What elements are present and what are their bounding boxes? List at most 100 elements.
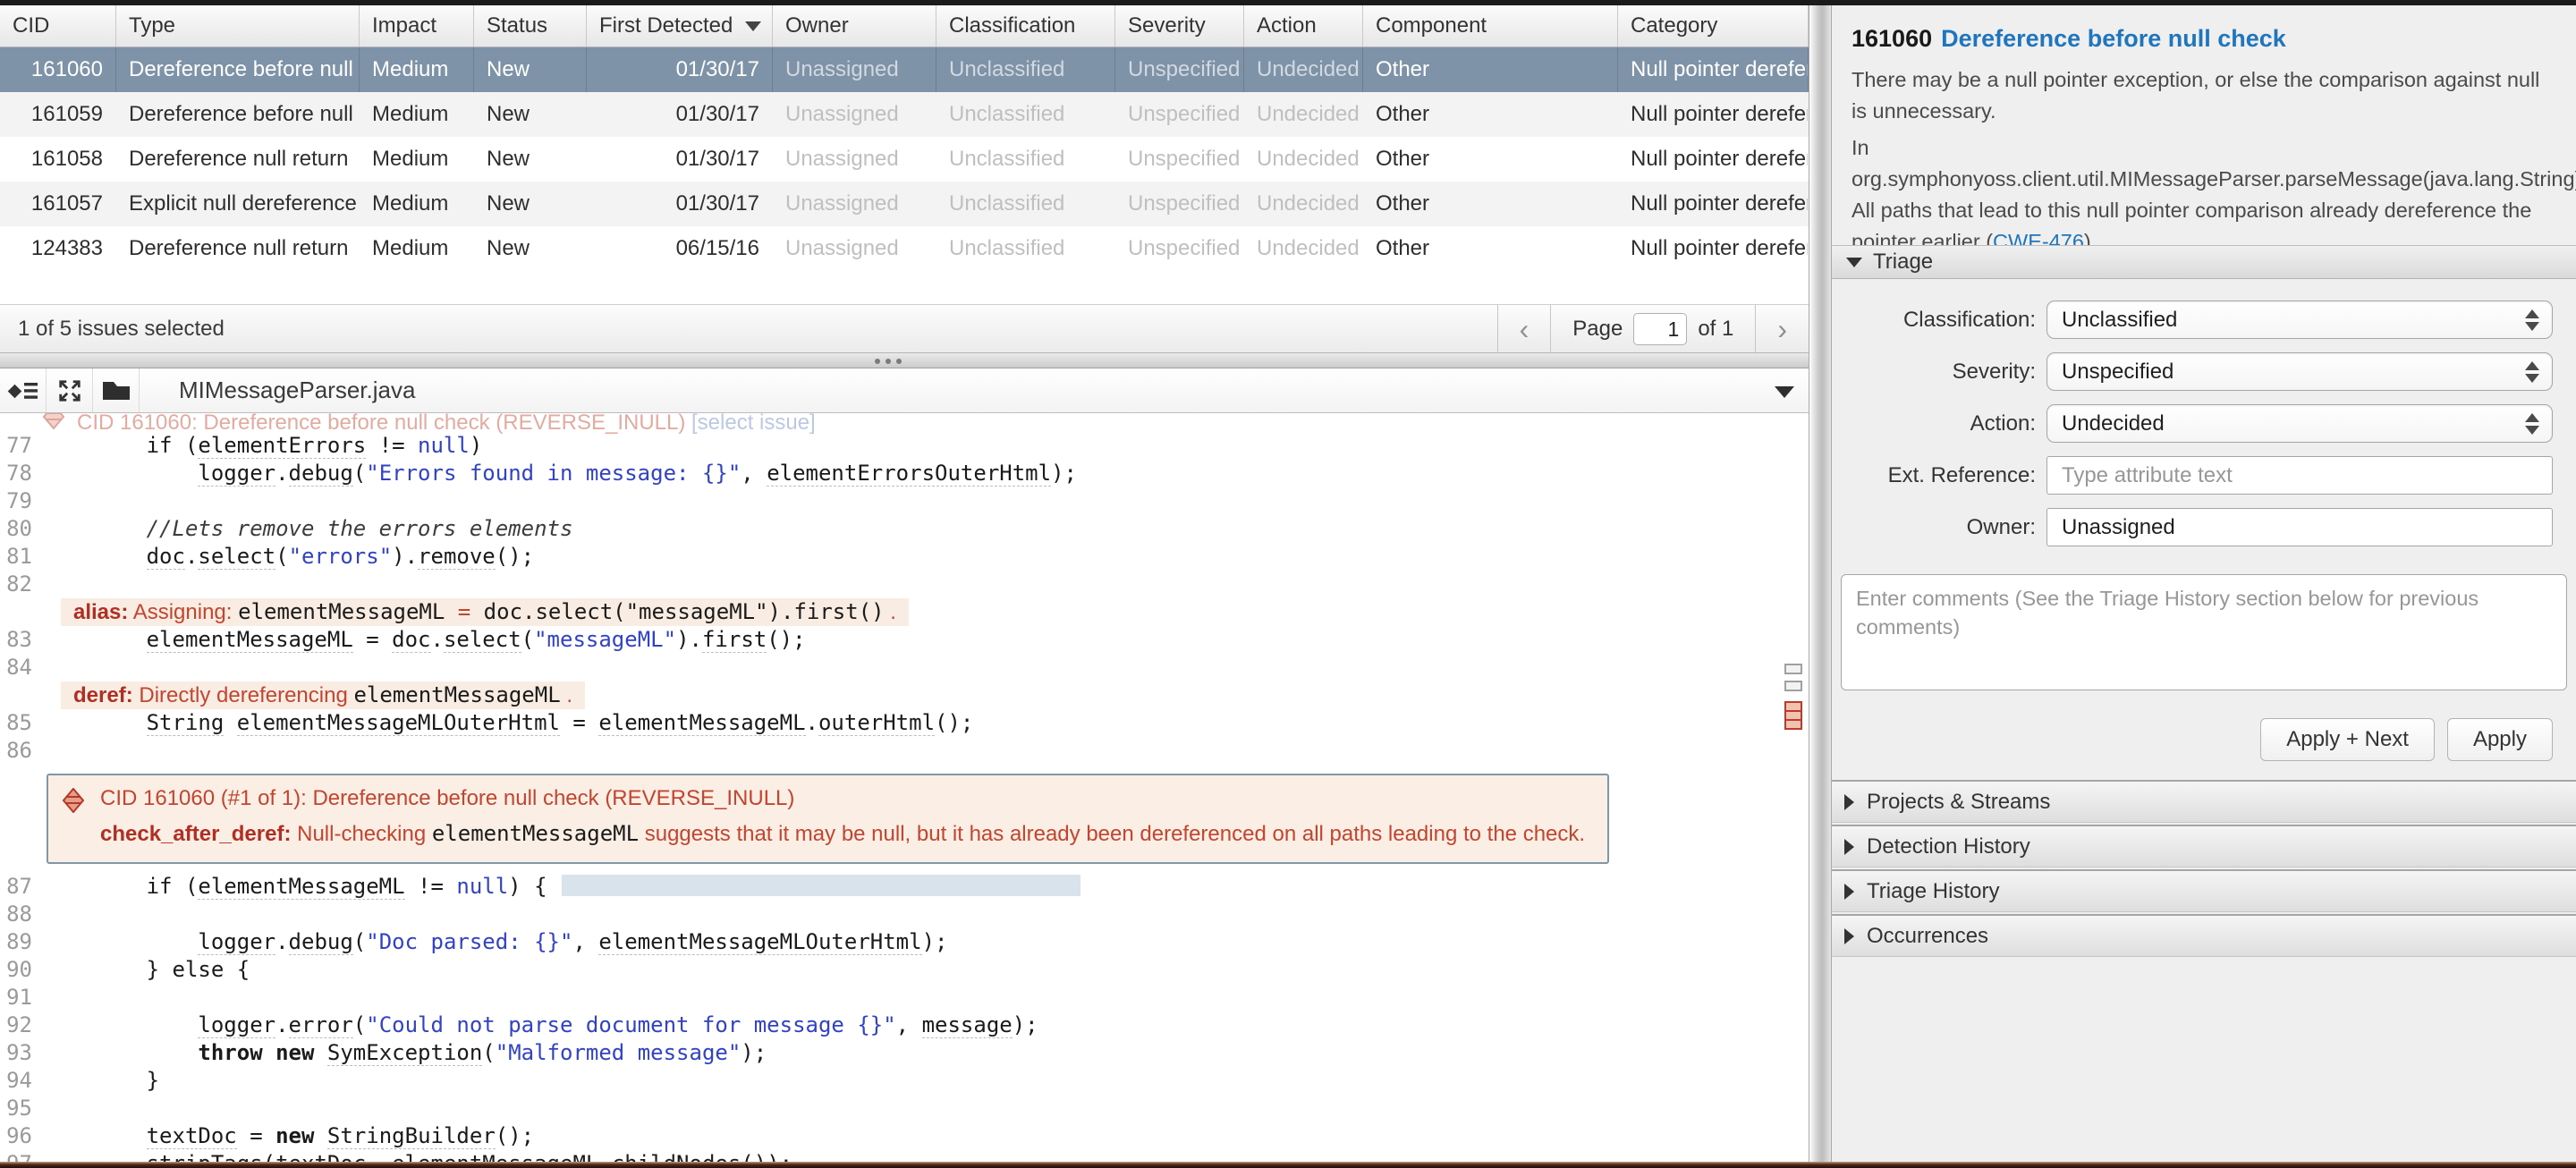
- code-lines: CID 161060: Dereference before null chec…: [0, 413, 1809, 1162]
- code-line: 97 stripTags(textDoc, elementMessageML.c…: [0, 1150, 1809, 1162]
- scroll-marker-icon[interactable]: [1784, 681, 1802, 691]
- cell-cid: 161057: [30, 191, 103, 216]
- severity-select[interactable]: Unspecified: [2046, 352, 2553, 391]
- line-number: 79: [6, 488, 32, 513]
- comments-placeholder: Enter comments (See the Triage History s…: [1856, 587, 2479, 639]
- column-header-severity[interactable]: Severity: [1115, 5, 1244, 47]
- page-of-label: of 1: [1698, 316, 1734, 341]
- column-header-status[interactable]: Status: [474, 5, 587, 47]
- triage-section-header[interactable]: Triage: [1832, 245, 2576, 279]
- cell-status: New: [474, 47, 587, 92]
- code-line: 91: [0, 984, 1809, 1011]
- defect-type-link[interactable]: Dereference before null check: [1941, 25, 2286, 52]
- field-label-severity-select: Severity:: [1952, 360, 2036, 384]
- cell-severity: Unspecified: [1128, 102, 1241, 126]
- line-number: 94: [6, 1068, 32, 1093]
- event-line: deref: Directly dereferencing elementMes…: [0, 681, 1809, 709]
- scroll-marker-icon[interactable]: [1784, 664, 1802, 674]
- event-line: alias: Assigning: elementMessageML = doc…: [0, 598, 1809, 626]
- cell-first_detected: 01/30/17: [675, 191, 759, 216]
- column-header-category[interactable]: Category: [1618, 5, 1809, 47]
- cell-cid: 124383: [30, 236, 103, 260]
- code-line: 93 throw new SymException("Malformed mes…: [0, 1039, 1809, 1067]
- code-viewer[interactable]: CID 161060: Dereference before null chec…: [0, 413, 1809, 1162]
- action-select[interactable]: Undecided: [2046, 404, 2553, 443]
- clipped-event-line: CID 161060: Dereference before null chec…: [0, 413, 1809, 435]
- defect-diamond-icon: [42, 413, 65, 435]
- code-line: 90 } else {: [0, 956, 1809, 984]
- prev-page-button[interactable]: ‹: [1496, 305, 1551, 352]
- cell-category: Null pointer dereference: [1631, 102, 1808, 126]
- owner-input[interactable]: Unassigned: [2046, 508, 2553, 546]
- line-number: 77: [6, 433, 32, 458]
- chevron-down-icon[interactable]: [1775, 386, 1794, 398]
- column-header-impact[interactable]: Impact: [360, 5, 474, 47]
- section-triage-history[interactable]: Triage History: [1832, 869, 2576, 912]
- expand-icon: [1844, 793, 1854, 810]
- column-header-cid[interactable]: CID: [0, 5, 116, 47]
- folder-icon: [102, 381, 130, 400]
- code-line: 94 }: [0, 1067, 1809, 1095]
- code-line: 78 logger.debug("Errors found in message…: [0, 460, 1809, 487]
- cell-cid: 161059: [30, 102, 103, 126]
- column-header-action[interactable]: Action: [1244, 5, 1363, 47]
- line-number: 84: [6, 655, 32, 680]
- code-line: 96 textDoc = new StringBuilder();: [0, 1122, 1809, 1150]
- page-label: Page: [1572, 316, 1623, 341]
- code-line: 79: [0, 487, 1809, 515]
- events-icon: [7, 382, 38, 399]
- table-row[interactable]: 161060Dereference before null checkMediu…: [0, 47, 1809, 92]
- line-highlight: [561, 875, 1080, 896]
- line-number: 96: [6, 1123, 32, 1148]
- line-number: 86: [6, 738, 32, 763]
- column-header-classification[interactable]: Classification: [936, 5, 1115, 47]
- classification-select[interactable]: Unclassified: [2046, 300, 2553, 339]
- page-input[interactable]: 1: [1633, 312, 1688, 345]
- ext-reference-input[interactable]: Type attribute text: [2046, 456, 2553, 495]
- line-number: 87: [6, 874, 32, 899]
- cell-owner: Unassigned: [785, 236, 899, 260]
- next-page-button[interactable]: ›: [1755, 305, 1809, 352]
- line-number: 97: [0, 1150, 38, 1162]
- event-annotation: alias: Assigning: elementMessageML = doc…: [61, 598, 909, 626]
- section-occurrences[interactable]: Occurrences: [1832, 914, 2576, 957]
- vertical-splitter[interactable]: [1809, 5, 1832, 1162]
- cell-status: New: [487, 191, 530, 216]
- column-header-first_detected[interactable]: First Detected: [587, 5, 773, 47]
- horizontal-splitter[interactable]: [0, 352, 1809, 368]
- column-header-type[interactable]: Type: [116, 5, 360, 47]
- line-number: 85: [6, 710, 32, 735]
- cell-classification: Unclassified: [949, 191, 1065, 216]
- window-bottom-edge: [0, 1162, 2576, 1168]
- line-number: 90: [6, 957, 32, 982]
- table-row[interactable]: 124383 Dereference null return Medium New 06…: [0, 226, 1809, 271]
- table-status-bar: 1 of 5 issues selected ‹ Page 1 of 1 ›: [0, 304, 1809, 352]
- line-number: 95: [6, 1096, 32, 1121]
- section-projects-streams[interactable]: Projects & Streams: [1832, 780, 2576, 823]
- column-header-component[interactable]: Component: [1363, 5, 1618, 47]
- field-label-ext-reference-input: Ext. Reference:: [1887, 463, 2036, 487]
- defect-scroll-marker-icon[interactable]: [1784, 701, 1802, 730]
- column-header-owner[interactable]: Owner: [773, 5, 936, 47]
- issues-table-body: 161060Dereference before null checkMediu…: [0, 47, 1809, 271]
- cell-type: Explicit null dereference: [129, 191, 357, 216]
- apply-button[interactable]: Apply: [2446, 718, 2553, 761]
- expand-icon: [1844, 838, 1854, 855]
- comments-textarea[interactable]: Enter comments (See the Triage History s…: [1841, 574, 2567, 690]
- cell-action: Undecided: [1257, 236, 1360, 260]
- cell-first_detected: 01/30/17: [587, 47, 773, 92]
- fullscreen-button[interactable]: [47, 368, 93, 412]
- table-row[interactable]: 161059 Dereference before null check Mediu…: [0, 92, 1809, 137]
- file-browser-button[interactable]: [93, 368, 140, 412]
- apply-next-button[interactable]: Apply + Next: [2260, 718, 2435, 761]
- table-row[interactable]: 161057 Explicit null dereference Medium New…: [0, 182, 1809, 226]
- code-line: 80 //Lets remove the errors elements: [0, 515, 1809, 543]
- cell-owner: Unassigned: [773, 47, 936, 92]
- show-events-button[interactable]: [0, 368, 47, 412]
- section-detection-history[interactable]: Detection History: [1832, 825, 2576, 868]
- table-row[interactable]: 161058 Dereference null return Medium New 01…: [0, 137, 1809, 182]
- cell-category: Null pointer dereference: [1618, 47, 1809, 92]
- code-line: 83 elementMessageML = doc.select("messag…: [0, 626, 1809, 654]
- line-number: 83: [6, 627, 32, 652]
- code-line: 82: [0, 571, 1809, 598]
